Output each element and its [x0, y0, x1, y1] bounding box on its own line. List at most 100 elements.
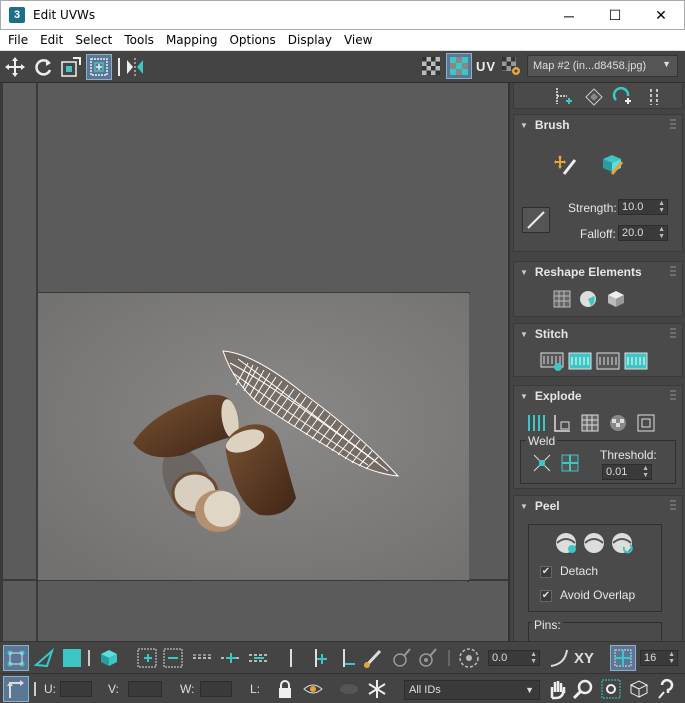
scale-icon[interactable] — [58, 54, 84, 80]
grow-selection-icon[interactable] — [134, 645, 160, 671]
strength-spinner[interactable]: 10.0 ▲ ▼ — [618, 199, 668, 215]
u-field[interactable] — [60, 681, 92, 697]
polygon-mode-icon[interactable] — [59, 645, 85, 671]
checker-icon[interactable] — [418, 53, 444, 79]
stitch-to-average-icon[interactable] — [594, 348, 622, 374]
soft-selection-icon[interactable] — [456, 645, 482, 671]
paint-shrink-icon[interactable] — [414, 645, 440, 671]
drag-grip-icon[interactable] — [670, 119, 676, 129]
stitch-to-source-icon[interactable] — [622, 348, 650, 374]
spinner-arrows-icon[interactable]: ▲ ▼ — [668, 651, 675, 665]
xy-label[interactable]: XY — [574, 650, 594, 667]
menu-view[interactable]: View — [338, 33, 378, 47]
loop-icon[interactable] — [608, 84, 636, 110]
loop-shrink-icon[interactable] — [246, 645, 272, 671]
rotate-icon[interactable] — [30, 54, 56, 80]
spinner-arrows-icon[interactable]: ▲ ▼ — [658, 200, 665, 214]
element-mode-icon[interactable] — [96, 645, 122, 671]
freeze-icon[interactable] — [364, 676, 390, 702]
rollout-header-stitch[interactable]: ▼ Stitch — [514, 324, 682, 344]
loop-select-icon[interactable] — [190, 645, 216, 671]
freeform-icon[interactable] — [86, 53, 112, 80]
mirror-icon[interactable] — [122, 54, 148, 80]
texture-options-icon[interactable] — [498, 53, 524, 79]
weld-selected-icon[interactable] — [528, 450, 556, 476]
relax-brush-icon[interactable] — [598, 151, 626, 177]
grid-spinner[interactable]: 16 ▲ ▼ — [640, 650, 678, 666]
drag-grip-icon[interactable] — [670, 328, 676, 338]
rotate-spinner[interactable]: 0.0 ▲ ▼ — [488, 650, 540, 666]
select-icon[interactable] — [550, 84, 578, 110]
reset-peel-icon[interactable] — [608, 530, 636, 556]
paint-move-icon[interactable] — [552, 151, 580, 177]
flatten-icon[interactable] — [576, 410, 604, 436]
spinner-arrows-icon[interactable]: ▲ ▼ — [658, 226, 665, 240]
rollout-header-peel[interactable]: ▼ Peel — [514, 496, 682, 516]
ring-icon[interactable] — [640, 84, 668, 110]
minimize-button[interactable]: ─ — [546, 1, 592, 30]
paint-select-icon[interactable] — [360, 645, 386, 671]
detach-edge-icon[interactable] — [548, 410, 576, 436]
weld-target-icon[interactable] — [556, 450, 584, 476]
rollout-header-reshape[interactable]: ▼ Reshape Elements — [514, 262, 682, 282]
flatten-by-smoothing-icon[interactable] — [604, 410, 632, 436]
move-icon[interactable] — [2, 54, 28, 80]
ids-select[interactable]: All IDs ▼ — [404, 680, 540, 700]
menu-edit[interactable]: Edit — [34, 33, 69, 47]
zoom-icon[interactable] — [570, 676, 596, 702]
ring-shrink-icon[interactable] — [334, 645, 360, 671]
paint-grow-icon[interactable] — [388, 645, 414, 671]
help-icon[interactable] — [654, 676, 680, 702]
w-field[interactable] — [200, 681, 232, 697]
straighten-icon[interactable] — [548, 286, 576, 312]
flatten-settings-icon[interactable] — [632, 410, 660, 436]
zoom-region-icon[interactable] — [598, 676, 624, 702]
zoom-extents-icon[interactable] — [626, 676, 652, 702]
vertex-mode-icon[interactable] — [3, 645, 29, 671]
drag-grip-icon[interactable] — [670, 266, 676, 276]
avoid-overlap-checkbox[interactable]: ✔ — [540, 590, 552, 602]
curve-icon[interactable] — [546, 645, 572, 671]
stitch-custom-icon[interactable] — [538, 348, 566, 374]
close-button[interactable]: ✕ — [638, 1, 684, 30]
rollout-header-explode[interactable]: ▼ Explode — [514, 386, 682, 406]
show-map-icon[interactable] — [446, 53, 472, 79]
maximize-button[interactable]: ☐ — [592, 1, 638, 30]
isolate-icon[interactable] — [336, 676, 362, 702]
menu-file[interactable]: File — [2, 33, 34, 47]
map-select[interactable]: Map #2 (in...d8458.jpg) ▼ — [527, 55, 678, 77]
transform-mode-icon[interactable] — [3, 676, 29, 702]
peel-mode-icon[interactable] — [580, 530, 608, 556]
edge-mode-icon[interactable] — [31, 645, 57, 671]
menu-mapping[interactable]: Mapping — [160, 33, 224, 47]
drag-grip-icon[interactable] — [670, 390, 676, 400]
brush-falloff-icon[interactable] — [522, 207, 550, 233]
ring-grow-icon[interactable] — [306, 645, 332, 671]
menu-tools[interactable]: Tools — [118, 33, 160, 47]
drag-grip-icon[interactable] — [670, 500, 676, 510]
grid-snap-icon[interactable] — [610, 645, 636, 671]
lock-icon[interactable] — [272, 676, 298, 702]
uv-viewport[interactable] — [0, 83, 510, 641]
v-field[interactable] — [128, 681, 162, 697]
detach-checkbox[interactable]: ✔ — [540, 566, 552, 578]
relax-icon[interactable] — [574, 286, 602, 312]
falloff-spinner[interactable]: 20.0 ▲ ▼ — [618, 225, 668, 241]
relax-settings-icon[interactable] — [602, 286, 630, 312]
quick-peel-icon[interactable] — [552, 530, 580, 556]
menu-display[interactable]: Display — [282, 33, 338, 47]
stitch-to-target-icon[interactable] — [566, 348, 594, 374]
ring-select-icon[interactable] — [278, 645, 304, 671]
pan-icon[interactable] — [544, 676, 570, 702]
shrink-selection-icon[interactable] — [160, 645, 186, 671]
spinner-arrows-icon[interactable]: ▲ ▼ — [530, 651, 537, 665]
rollout-header-brush[interactable]: ▼ Brush — [514, 115, 682, 135]
spinner-arrows-icon[interactable]: ▲ ▼ — [642, 465, 649, 479]
break-icon[interactable] — [522, 410, 550, 436]
menu-options[interactable]: Options — [223, 33, 281, 47]
grow-icon[interactable] — [580, 84, 608, 110]
loop-grow-icon[interactable] — [218, 645, 244, 671]
threshold-spinner[interactable]: 0.01 ▲ ▼ — [602, 464, 652, 480]
hide-icon[interactable] — [300, 676, 326, 702]
menu-select[interactable]: Select — [69, 33, 118, 47]
